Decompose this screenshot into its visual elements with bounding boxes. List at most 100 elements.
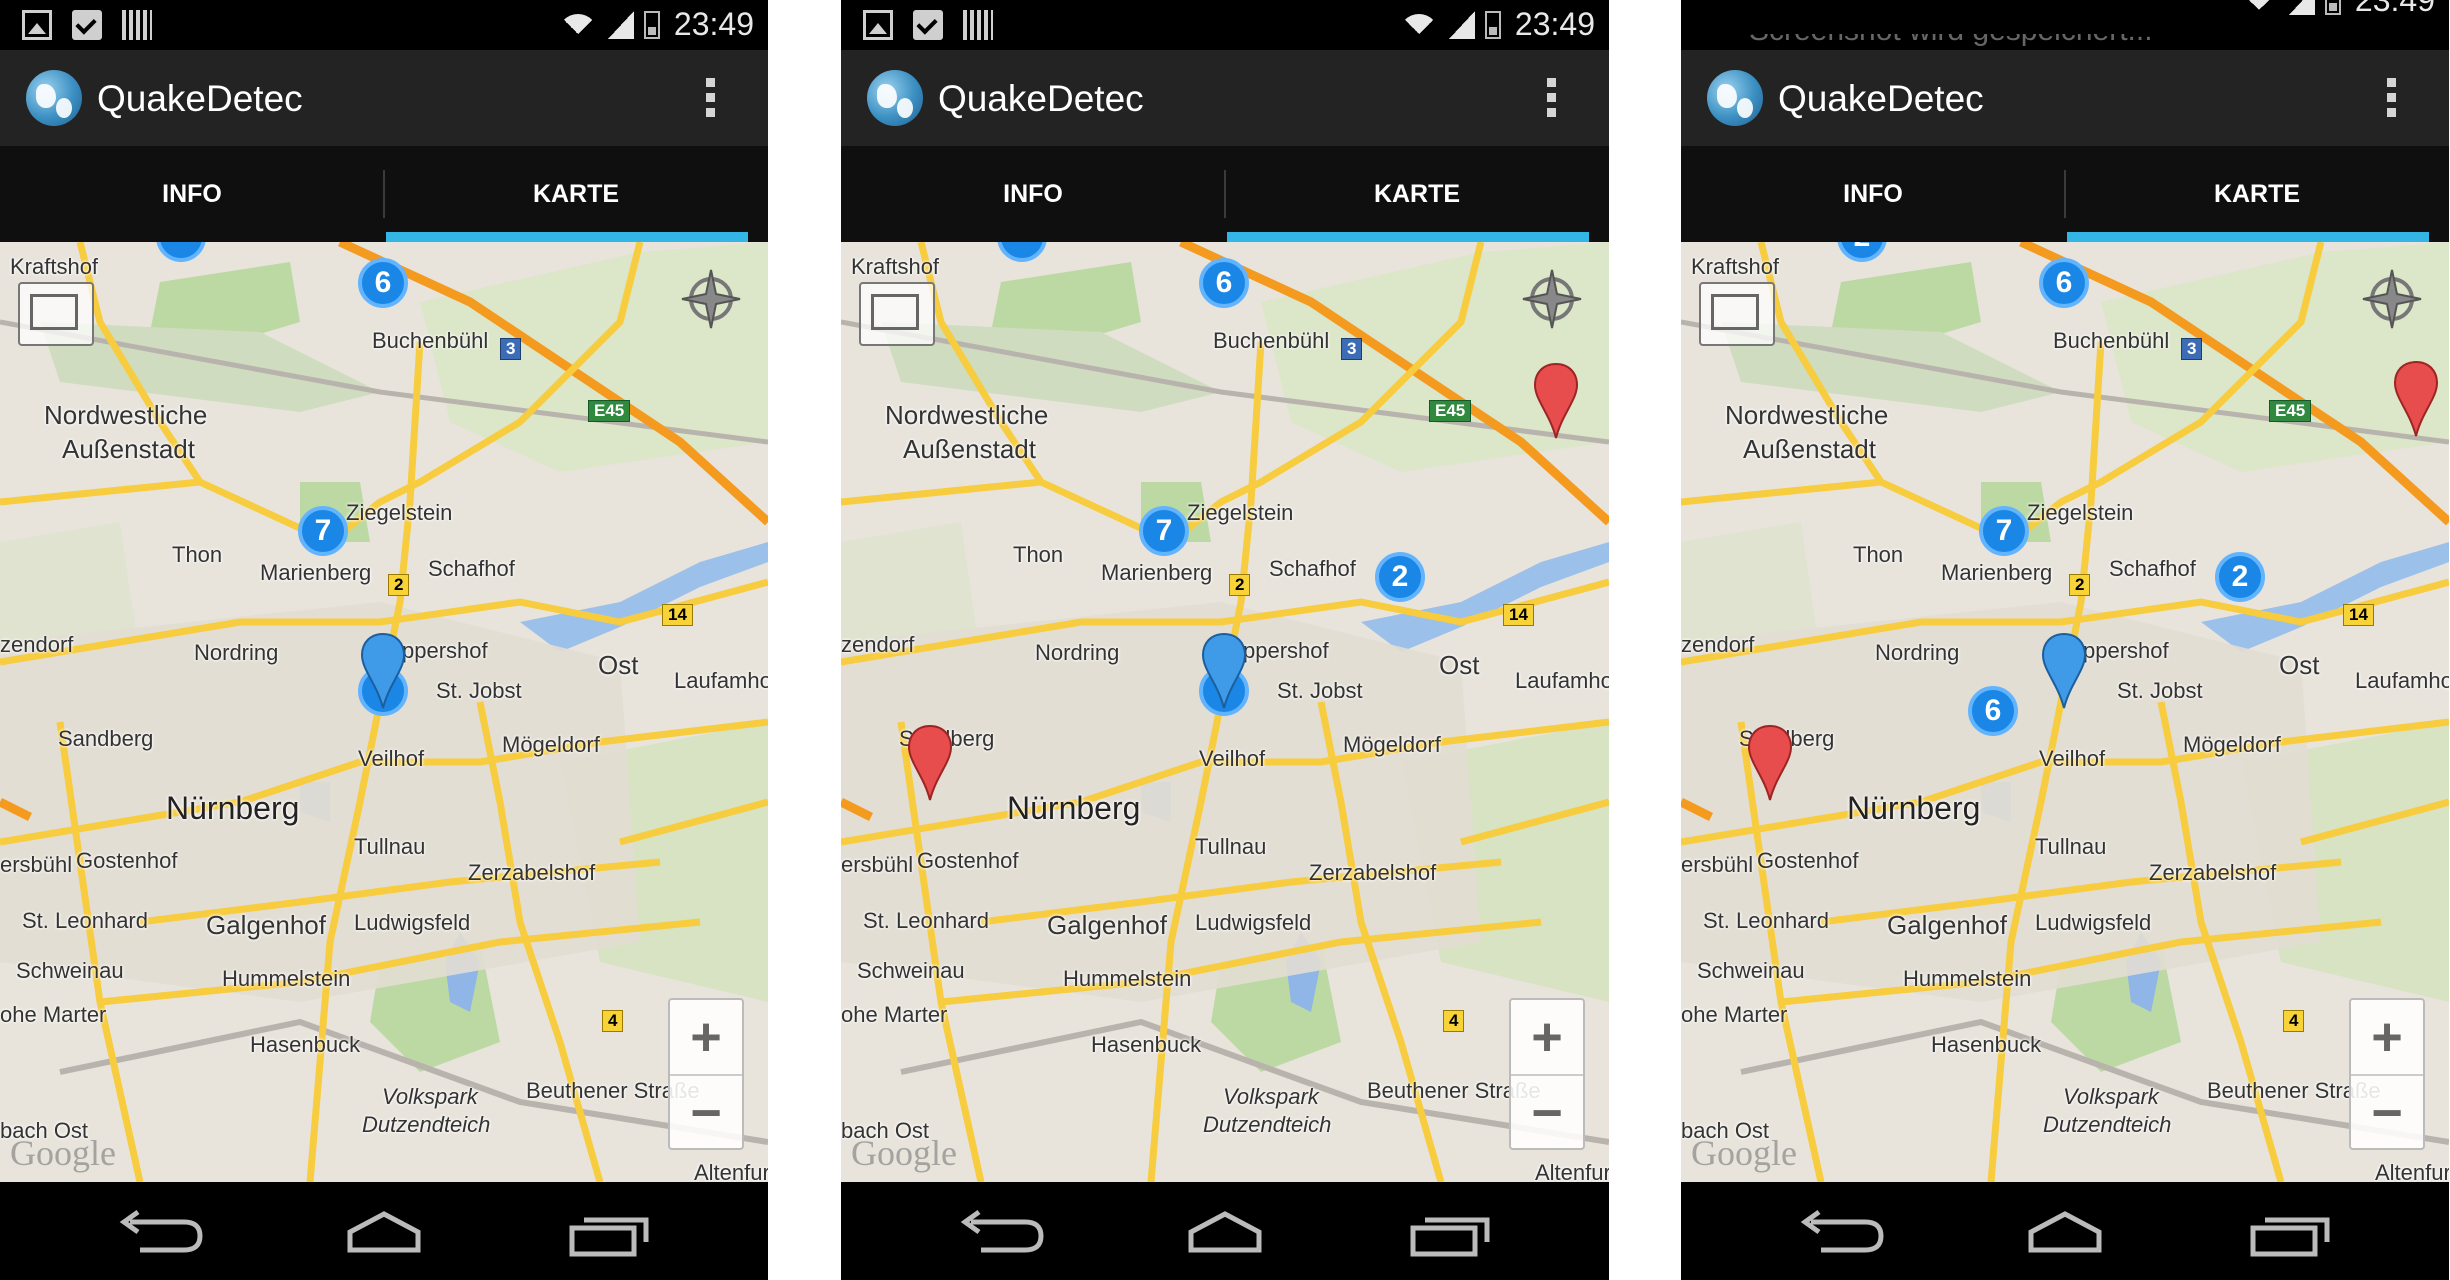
- phone-screen-2: 23:49 QuakeDetec INFO KARTE Kraftshof Bu…: [841, 0, 1609, 1280]
- earthquake-pin-red[interactable]: [907, 724, 953, 802]
- zoom-out-button[interactable]: −: [670, 1076, 742, 1150]
- back-button-icon[interactable]: [100, 1202, 220, 1262]
- place-label: Mögeldorf: [1343, 732, 1441, 757]
- place-label: Nürnberg: [1847, 790, 1981, 826]
- action-bar: QuakeDetec: [0, 50, 768, 146]
- zoom-out-button[interactable]: −: [1511, 1076, 1583, 1150]
- place-label: Volkspark: [2063, 1084, 2159, 1109]
- task-notification-icon: [913, 10, 943, 40]
- earthquake-pin-red[interactable]: [1533, 362, 1579, 440]
- zoom-controls: + −: [1509, 998, 1585, 1150]
- tab-karte[interactable]: KARTE: [1225, 146, 1609, 242]
- place-label: Galgenhof: [1047, 910, 1167, 940]
- google-watermark: Google: [851, 1133, 957, 1173]
- place-label: Hummelstein: [222, 966, 351, 991]
- compass-icon[interactable]: [680, 268, 742, 330]
- place-label: St. Jobst: [2117, 678, 2203, 703]
- wifi-icon: [1398, 10, 1439, 40]
- cluster-marker[interactable]: 7: [1139, 506, 1189, 556]
- map-layers-button[interactable]: [18, 282, 94, 346]
- place-label: Ziegelstein: [2027, 500, 2134, 525]
- overflow-menu-icon[interactable]: [700, 78, 720, 122]
- cluster-marker[interactable]: 2: [2215, 552, 2265, 602]
- place-label: St. Leonhard: [1703, 908, 1829, 933]
- home-button-icon[interactable]: [2005, 1202, 2125, 1262]
- place-label: Tullnau: [354, 834, 426, 859]
- place-label: ersbühl: [841, 852, 914, 877]
- cluster-marker[interactable]: 2: [1375, 552, 1425, 602]
- place-label: Veilhof: [358, 746, 425, 771]
- place-label: Volkspark: [382, 1084, 478, 1109]
- map-layers-button[interactable]: [859, 282, 935, 346]
- status-clock: 23:49: [1514, 6, 1595, 42]
- place-label: Altenfur: [2375, 1160, 2449, 1182]
- place-label: Nordring: [1875, 640, 1960, 665]
- globe-icon[interactable]: [867, 70, 923, 126]
- recents-button-icon[interactable]: [1391, 1202, 1511, 1262]
- place-label: Gostenhof: [76, 848, 178, 873]
- home-button-icon[interactable]: [324, 1202, 444, 1262]
- back-button-icon[interactable]: [941, 1202, 1061, 1262]
- map-view[interactable]: Kraftshof Buchenbühl Nordwestliche Außen…: [841, 242, 1609, 1182]
- place-label: Kraftshof: [1691, 254, 1780, 279]
- place-label: Nordwestliche: [1725, 400, 1889, 430]
- place-label: Altenfur: [694, 1160, 768, 1182]
- compass-icon[interactable]: [1521, 268, 1583, 330]
- overflow-menu-icon[interactable]: [2381, 78, 2401, 122]
- home-button-icon[interactable]: [1165, 1202, 1285, 1262]
- place-label: Dutzendteich: [1203, 1112, 1332, 1137]
- cluster-marker[interactable]: 7: [298, 506, 348, 556]
- place-label: Laufamho: [1515, 668, 1609, 693]
- zoom-out-button[interactable]: −: [2351, 1076, 2423, 1150]
- place-label: Nordwestliche: [885, 400, 1049, 430]
- place-label: Ludwigsfeld: [1195, 910, 1312, 935]
- zoom-in-button[interactable]: +: [2351, 1000, 2423, 1076]
- place-label: Nordring: [1035, 640, 1120, 665]
- place-label: Buchenbühl: [1213, 328, 1330, 353]
- zoom-in-button[interactable]: +: [1511, 1000, 1583, 1076]
- place-label: Thon: [1013, 542, 1064, 567]
- cluster-marker[interactable]: 6: [358, 258, 408, 308]
- earthquake-pin-red[interactable]: [1747, 724, 1793, 802]
- earthquake-pin-blue[interactable]: [2041, 632, 2087, 710]
- map-view[interactable]: Kraftshof Buchenbühl Nordwestliche Außen…: [1681, 242, 2449, 1182]
- overflow-menu-icon[interactable]: [1541, 78, 1561, 122]
- phone-screen-1: 23:49 QuakeDetec INFO KARTE Kraftshof Bu…: [0, 0, 768, 1280]
- screenshot-notification: Screenshot wird gespeichert...: [1749, 14, 2153, 47]
- back-button-icon[interactable]: [1781, 1202, 1901, 1262]
- map-layers-button[interactable]: [1699, 282, 1775, 346]
- tab-bar: INFO KARTE: [1681, 146, 2449, 242]
- autobahn-shield: 3: [1341, 338, 1363, 360]
- zoom-in-button[interactable]: +: [670, 1000, 742, 1076]
- cluster-marker[interactable]: 6: [2039, 258, 2089, 308]
- recents-button-icon[interactable]: [550, 1202, 670, 1262]
- earthquake-pin-blue[interactable]: [360, 632, 406, 710]
- recents-button-icon[interactable]: [2231, 1202, 2351, 1262]
- place-label: Schweinau: [857, 958, 965, 983]
- place-label: Dutzendteich: [362, 1112, 491, 1137]
- tab-bar: INFO KARTE: [841, 146, 1609, 250]
- compass-icon[interactable]: [2361, 268, 2423, 330]
- tab-info[interactable]: INFO: [0, 146, 384, 242]
- globe-icon[interactable]: [26, 70, 82, 126]
- tab-info[interactable]: INFO: [1681, 146, 2065, 242]
- app-title: QuakeDetec: [97, 78, 303, 119]
- place-label: Tullnau: [1195, 834, 1267, 859]
- cluster-marker[interactable]: 6: [1968, 686, 2018, 736]
- place-label: Marienberg: [260, 560, 372, 585]
- place-label: Dutzendteich: [2043, 1112, 2172, 1137]
- map-view[interactable]: Kraftshof Buchenbühl Nordwestliche Außen…: [0, 242, 768, 1182]
- place-label: Außenstadt: [903, 434, 1036, 464]
- place-label: zendorf: [841, 632, 915, 657]
- cluster-marker[interactable]: 6: [1199, 258, 1249, 308]
- phone-screen-3: Screenshot wird gespeichert... 23:49 Qua…: [1681, 0, 2449, 1280]
- earthquake-pin-red[interactable]: [2393, 360, 2439, 438]
- tab-karte[interactable]: KARTE: [2065, 146, 2449, 242]
- cluster-marker[interactable]: 7: [1979, 506, 2029, 556]
- place-label: Nürnberg: [166, 790, 300, 826]
- place-label: Tullnau: [2035, 834, 2107, 859]
- tab-info[interactable]: INFO: [841, 146, 1225, 242]
- globe-icon[interactable]: [1707, 70, 1763, 126]
- tab-karte[interactable]: KARTE: [384, 146, 768, 242]
- earthquake-pin-blue[interactable]: [1201, 632, 1247, 710]
